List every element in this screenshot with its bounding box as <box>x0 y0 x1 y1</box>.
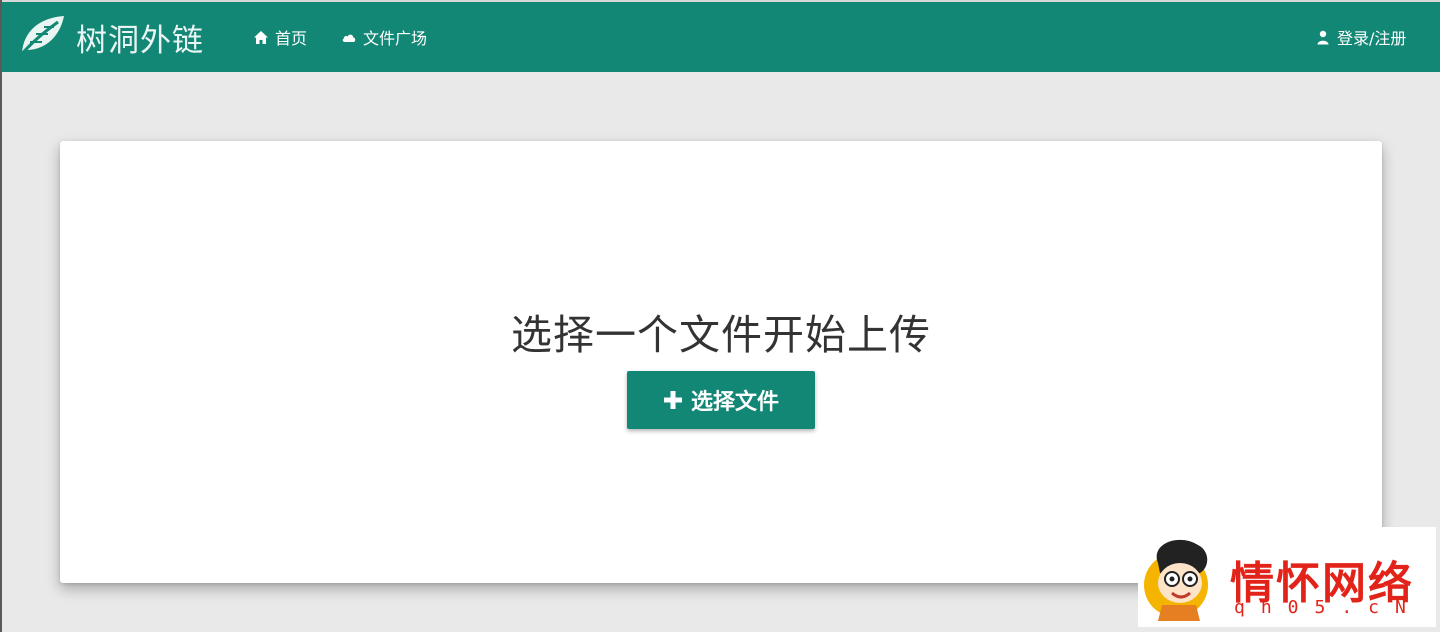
select-file-label: 选择文件 <box>690 390 779 415</box>
plus-icon <box>663 391 682 409</box>
watermark-url: qh05.cN <box>1234 597 1422 618</box>
nav-home-label: 首页 <box>275 29 308 48</box>
nav-home-link[interactable]: 首页 <box>252 2 307 72</box>
user-icon <box>1314 29 1332 45</box>
login-register-link[interactable]: 登录/注册 <box>1314 2 1406 72</box>
brand-logo-link[interactable]: 树洞外链 <box>16 14 204 60</box>
navbar: 树洞外链 首页 文件广场 登录/注册 <box>2 2 1440 72</box>
window-left-edge <box>0 0 2 632</box>
brand-name: 树洞外链 <box>76 22 204 59</box>
cartoon-mascot-icon <box>1144 539 1208 621</box>
watermark-badge: 情怀网络 qh05.cN <box>1138 527 1436 627</box>
leaf-logo-icon <box>16 12 68 62</box>
login-register-label: 登录/注册 <box>1337 29 1407 48</box>
upload-title: 选择一个文件开始上传 <box>511 311 931 359</box>
cloud-icon <box>340 29 358 45</box>
nav-file-square-label: 文件广场 <box>363 29 428 48</box>
home-icon <box>252 29 270 45</box>
nav-file-square-link[interactable]: 文件广场 <box>340 2 427 72</box>
select-file-button[interactable]: 选择文件 <box>627 371 815 429</box>
upload-card: 选择一个文件开始上传 选择文件 <box>60 141 1382 583</box>
